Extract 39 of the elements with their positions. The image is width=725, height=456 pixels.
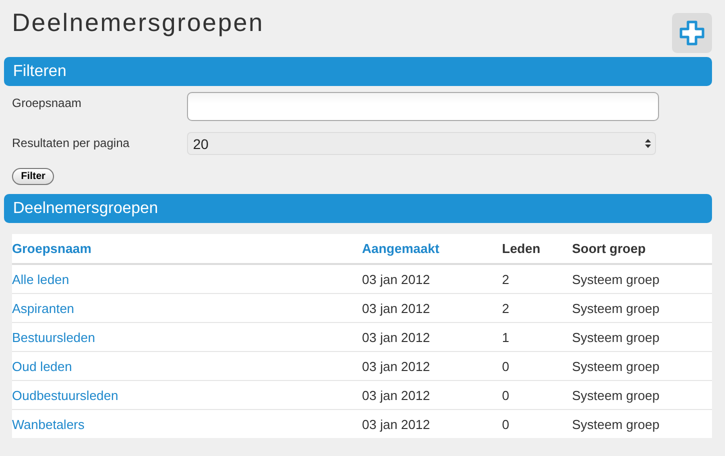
- select-field[interactable]: 20: [187, 132, 656, 155]
- table-cell: Systeem groep: [572, 300, 660, 316]
- table-cell: Systeem groep: [572, 416, 660, 432]
- updown-arrow-icon: [645, 139, 651, 148]
- table-cell: 03 jan 2012: [362, 272, 430, 286]
- table-cell: 03 jan 2012: [362, 358, 430, 374]
- table-cell: 03 jan 2012: [362, 388, 430, 402]
- table-cell: Systeem groep: [572, 388, 660, 402]
- table-cell: 03 jan 2012: [362, 300, 430, 316]
- group-link[interactable]: Bestuursleden: [12, 330, 96, 344]
- column-header: Soort groep: [572, 241, 646, 256]
- table-cell: 2: [502, 300, 510, 316]
- table-cell: 2: [502, 272, 510, 286]
- table-cell: 0: [502, 388, 510, 402]
- table-cell: 03 jan 2012: [362, 416, 430, 432]
- table-cell: 1: [502, 330, 510, 344]
- panel-header: Deelnemersgroepen: [4, 194, 712, 223]
- table-cell: Systeem groep: [572, 358, 660, 374]
- plus-icon: [679, 20, 705, 46]
- column-header: Leden: [502, 241, 540, 256]
- table-cell: 0: [502, 358, 510, 374]
- group-link[interactable]: Aspiranten: [12, 300, 74, 316]
- table-cell: 0: [502, 416, 510, 432]
- panel-header: Filteren: [4, 57, 712, 86]
- add-button[interactable]: [672, 13, 712, 53]
- column-sort-link[interactable]: Aangemaakt: [362, 241, 440, 256]
- field-label: Groepsnaam: [12, 95, 82, 110]
- page-title: Deelnemersgroepen: [12, 8, 264, 38]
- group-link[interactable]: Oud leden: [12, 358, 72, 374]
- group-link[interactable]: Oudbestuursleden: [12, 388, 118, 402]
- column-sort-link[interactable]: Groepsnaam: [12, 241, 92, 256]
- filter-button[interactable]: Filter: [12, 168, 54, 185]
- input-field[interactable]: [187, 92, 659, 121]
- group-link[interactable]: Wanbetalers: [12, 416, 84, 432]
- table-cell: Systeem groep: [572, 272, 660, 286]
- group-link[interactable]: Alle leden: [12, 272, 70, 286]
- table-cell: 03 jan 2012: [362, 330, 430, 344]
- field-label: Resultaten per pagina: [12, 135, 130, 150]
- table-cell: Systeem groep: [572, 330, 660, 344]
